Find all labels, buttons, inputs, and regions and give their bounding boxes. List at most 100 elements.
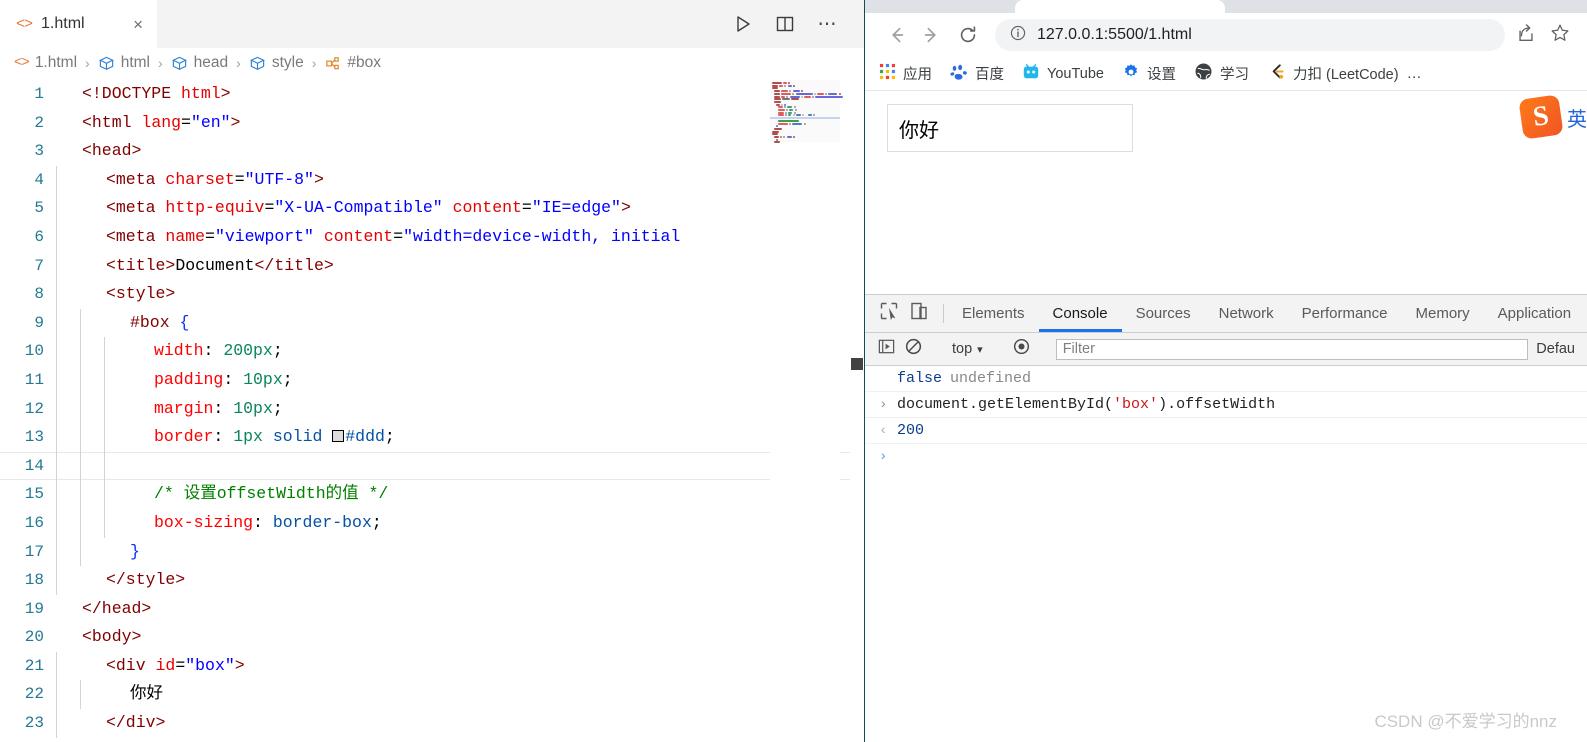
breadcrumb-label: html [120, 54, 150, 71]
ime-indicator[interactable]: S 英 [1518, 94, 1587, 140]
code-token: content [452, 198, 522, 218]
browser-tab-right[interactable] [1225, 0, 1587, 13]
indent-guide [56, 423, 57, 452]
code-line[interactable]: 16 box-sizing: border-box; [0, 508, 864, 538]
code-token: = [181, 112, 191, 132]
address-bar[interactable]: 127.0.0.1:5500/1.html [995, 19, 1505, 51]
code-line[interactable]: 20 <body> [0, 623, 864, 652]
code-token: </style> [106, 570, 186, 590]
code-token: "en" [190, 112, 231, 132]
line-number: 3 [34, 142, 44, 161]
forward-icon[interactable] [915, 18, 949, 52]
bookmark-youtube[interactable]: YouTube [1022, 63, 1104, 85]
gear-icon [1122, 63, 1140, 85]
back-icon[interactable] [879, 18, 913, 52]
devtools-tab-memory[interactable]: Memory [1402, 295, 1484, 332]
bookmarks-overflow-icon[interactable]: … [1407, 65, 1422, 82]
breadcrumb-item-style[interactable]: style [249, 54, 304, 72]
omnibox-actions [1515, 22, 1577, 49]
devtools-tab-console[interactable]: Console [1039, 295, 1122, 332]
code-line[interactable]: 1 <!DOCTYPE html> [0, 80, 864, 109]
log-levels-selector[interactable]: Defau [1536, 341, 1579, 357]
devtools-tab-performance[interactable]: Performance [1288, 295, 1402, 332]
devtools-tab-network[interactable]: Network [1205, 295, 1288, 332]
share-icon[interactable] [1515, 22, 1537, 49]
clear-console-icon[interactable] [904, 337, 923, 361]
indent-guide [56, 394, 57, 424]
split-editor-icon[interactable] [774, 13, 796, 35]
console-prompt-row[interactable]: › [865, 444, 1587, 470]
code-line[interactable]: 8 <style> [0, 280, 864, 309]
scrollbar-thumb[interactable] [851, 358, 863, 370]
browser-tab-left[interactable] [865, 0, 1015, 13]
run-icon[interactable] [732, 13, 754, 35]
bookmark-apps[interactable]: 应用 [879, 63, 932, 84]
code-line[interactable]: 17} [0, 537, 864, 567]
code-line[interactable]: 13 border: 1px solid #ddd; [0, 423, 864, 452]
console-filter-input[interactable]: Filter [1055, 338, 1529, 360]
browser-tab-active[interactable] [1015, 0, 1225, 13]
code-line[interactable]: 3 <head> [0, 137, 864, 166]
indent-guide [104, 480, 105, 509]
bookmark-baidu[interactable]: 百度 [950, 63, 1004, 85]
bookmark-settings[interactable]: 设置 [1122, 63, 1176, 85]
code-line[interactable]: 12 margin: 10px; [0, 394, 864, 424]
editor-tab-1html[interactable]: <> 1.html × [0, 0, 158, 48]
bookmark-study[interactable]: 学习 [1194, 62, 1249, 85]
breadcrumb-item-file[interactable]: <> 1.html [14, 54, 77, 72]
line-number: 4 [34, 170, 44, 189]
star-icon[interactable] [1549, 22, 1571, 49]
breadcrumb-item-html[interactable]: html [98, 54, 150, 72]
code-token: solid [272, 427, 323, 447]
code-lines[interactable]: 1 <!DOCTYPE html> 2 <html lang="en"> 3 <head>… [0, 78, 864, 738]
code-line[interactable]: 10 width: 200px; [0, 337, 864, 366]
color-swatch-icon[interactable] [332, 430, 345, 443]
code-editor[interactable]: 1 <!DOCTYPE html> 2 <html lang="en"> 3 <head>… [0, 78, 864, 742]
ime-mode-label: 英 [1567, 108, 1587, 131]
console-context-selector[interactable]: top ▾ [948, 341, 987, 357]
line-content: </style> [56, 566, 864, 595]
more-actions-icon[interactable]: ⋯ [816, 13, 838, 35]
minimap-slider[interactable] [770, 80, 840, 142]
breadcrumb-item-box[interactable]: #box [324, 54, 381, 72]
code-token: } [130, 541, 140, 561]
code-token: "width=device-width, initial [403, 226, 681, 246]
inspect-element-icon[interactable] [879, 301, 899, 326]
code-line[interactable]: 22 你好 [0, 680, 864, 710]
devtools-tab-elements[interactable]: Elements [948, 295, 1039, 332]
code-line[interactable]: 23 </div> [0, 709, 864, 738]
code-line[interactable]: 11 padding: 10px; [0, 365, 864, 395]
line-content: </div> [56, 709, 864, 738]
device-toolbar-icon[interactable] [909, 301, 929, 326]
code-line[interactable]: 7 <title>Document</title> [0, 251, 864, 281]
console-output[interactable]: false undefined › document.getElementByI… [865, 366, 1587, 470]
line-number: 12 [24, 399, 44, 418]
devtools-tab-application[interactable]: Application [1484, 295, 1585, 332]
browser-toolbar: 127.0.0.1:5500/1.html [865, 13, 1587, 57]
breadcrumb-item-head[interactable]: head [171, 54, 228, 72]
code-line[interactable]: 2 <html lang="en"> [0, 109, 864, 138]
editor-scrollbar[interactable] [850, 78, 864, 742]
bookmark-leetcode[interactable]: 力扣 (LeetCode) [1267, 62, 1399, 85]
indent-guide [56, 165, 57, 195]
code-line[interactable]: 19 </head> [0, 595, 864, 624]
code-line[interactable]: 14 [0, 451, 864, 481]
live-expression-icon[interactable] [1012, 337, 1031, 361]
code-line[interactable]: 4 <meta charset="UTF-8"> [0, 165, 864, 195]
code-line[interactable]: 18 </style> [0, 566, 864, 595]
indent-guide [56, 308, 57, 338]
chevron-down-icon: ▾ [977, 343, 983, 356]
execute-icon[interactable] [877, 337, 896, 361]
code-line[interactable]: 15 /* 设置offsetWidth的值 */ [0, 480, 864, 509]
code-token: name [165, 226, 206, 246]
code-line[interactable]: 9 #box { [0, 308, 864, 338]
reload-icon[interactable] [951, 18, 985, 52]
code-line[interactable]: 21 <div id="box"> [0, 651, 864, 681]
close-icon[interactable]: × [117, 16, 143, 33]
editor-minimap[interactable] [770, 78, 844, 742]
code-token: = [234, 169, 245, 189]
info-circle-icon[interactable] [1009, 24, 1027, 47]
code-line[interactable]: 6 <meta name="viewport" content="width=de… [0, 222, 864, 252]
devtools-tab-sources[interactable]: Sources [1122, 295, 1205, 332]
code-line[interactable]: 5 <meta http-equiv="X-UA-Compatible" cont… [0, 194, 864, 223]
